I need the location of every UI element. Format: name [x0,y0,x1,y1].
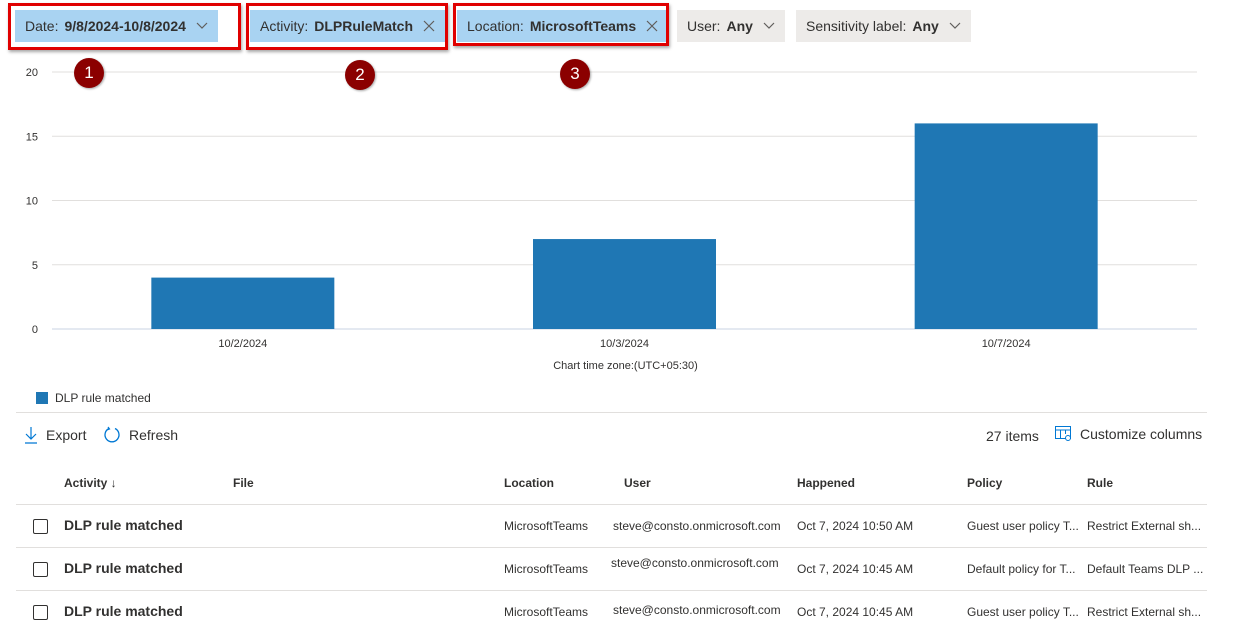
column-header-activity[interactable]: Activity ↓ [64,476,117,490]
column-header-user[interactable]: User [624,476,651,490]
y-tick-label: 0 [32,324,38,336]
activity-filter-value: DLPRuleMatch [314,18,414,34]
date-filter-label: Date: [25,18,59,34]
location-cell: MicrosoftTeams [504,562,589,576]
sensitivity-filter-value: Any [912,18,939,34]
row-checkbox[interactable] [33,605,48,620]
items-count: 27 items [986,428,1039,444]
download-icon [25,427,37,444]
user-filter[interactable]: User: Any [677,10,785,42]
column-header-location[interactable]: Location [504,476,554,490]
happened-cell: Oct 7, 2024 10:50 AM [797,519,914,533]
export-button[interactable]: Export [24,426,86,444]
rule-cell: Restrict External sh... [1087,519,1202,533]
policy-cell: Guest user policy T... [967,605,1079,619]
activity-filter-label: Activity: [260,18,309,34]
chevron-down-icon [763,22,775,30]
rule-cell: Default Teams DLP ... [1087,562,1204,576]
location-cell: MicrosoftTeams [504,519,589,533]
legend-swatch [36,392,48,404]
sensitivity-label-filter[interactable]: Sensitivity label: Any [796,10,971,42]
annotation-badge-3: 3 [560,59,590,89]
column-header-happened[interactable]: Happened [797,476,855,490]
annotation-badge-1: 1 [74,58,104,88]
activity-cell: DLP rule matched [64,560,183,576]
legend-label: DLP rule matched [55,391,151,405]
sensitivity-filter-label: Sensitivity label: [806,18,907,34]
chevron-down-icon [949,22,961,30]
chart-legend: DLP rule matched [36,391,151,405]
activity-filter[interactable]: Activity: DLPRuleMatch [250,10,446,42]
table-row[interactable]: DLP rule matched MicrosoftTeams steve@co… [16,504,1207,547]
policy-cell: Guest user policy T... [967,519,1079,533]
y-tick-label: 20 [26,67,38,79]
date-filter[interactable]: Date: 9/8/2024-10/8/2024 [15,10,218,42]
bar-10/2/2024 [151,277,335,329]
happened-cell: Oct 7, 2024 10:45 AM [797,562,914,576]
refresh-icon [104,426,120,443]
annotation-badge-2: 2 [345,60,375,90]
refresh-label: Refresh [129,427,179,443]
export-label: Export [46,427,87,443]
bar-10/3/2024 [533,239,716,329]
x-tick-label: 10/2/2024 [218,338,267,350]
happened-cell: Oct 7, 2024 10:45 AM [797,605,914,619]
x-tick-label: 10/7/2024 [982,338,1031,350]
location-cell: MicrosoftTeams [504,605,589,619]
customize-columns-label: Customize columns [1080,426,1203,442]
activity-cell: DLP rule matched [64,517,183,533]
table-row[interactable]: DLP rule matched MicrosoftTeams steve@co… [16,590,1207,633]
column-header-file[interactable]: File [233,476,254,490]
close-icon[interactable] [423,20,435,32]
bar-chart: 0 5 10 15 20 10/2/2024 10/3/2024 10/7/2024 Chart… [26,67,1197,372]
location-filter-label: Location: [467,18,524,34]
y-tick-label: 5 [32,260,38,272]
user-filter-value: Any [726,18,753,34]
x-tick-label: 10/3/2024 [600,338,649,350]
x-axis-label: Chart time zone:(UTC+05:30) [553,360,698,372]
chevron-down-icon [196,22,208,30]
y-tick-label: 10 [26,196,38,208]
customize-columns-icon [1055,426,1071,441]
location-filter[interactable]: Location: MicrosoftTeams [457,10,669,42]
close-icon[interactable] [646,20,658,32]
column-header-policy[interactable]: Policy [967,476,1002,490]
user-cell[interactable]: steve@consto.onmicrosoft.com [613,519,781,533]
divider [16,412,1207,413]
location-filter-value: MicrosoftTeams [529,18,637,34]
user-cell[interactable]: steve@consto.onmicrosoft.com [611,556,779,570]
row-checkbox[interactable] [33,562,48,577]
rule-cell: Restrict External sh... [1087,605,1202,619]
table-row[interactable]: DLP rule matched MicrosoftTeams steve@co… [16,547,1207,590]
column-header-rule[interactable]: Rule [1087,476,1113,490]
user-filter-label: User: [687,18,721,34]
user-cell[interactable]: steve@consto.onmicrosoft.com [613,603,781,617]
policy-cell: Default policy for T... [967,562,1076,576]
activity-cell: DLP rule matched [64,603,183,619]
date-filter-value: 9/8/2024-10/8/2024 [64,18,186,34]
y-tick-label: 15 [26,131,38,143]
customize-columns-button[interactable]: Customize columns [1055,426,1202,442]
bar-10/7/2024 [914,123,1098,330]
refresh-button[interactable]: Refresh [103,426,178,444]
row-checkbox[interactable] [33,519,48,534]
